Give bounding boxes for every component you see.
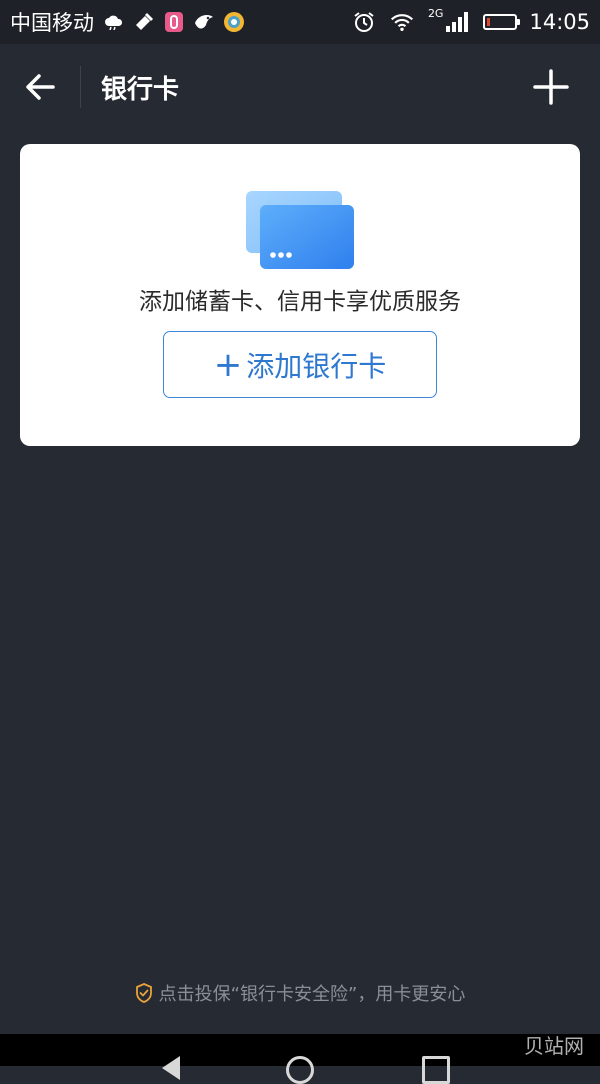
empty-state-card: 添加储蓄卡、信用卡享优质服务 + 添加银行卡 [20, 144, 580, 446]
watermark-logo: 贝站网 [524, 1034, 584, 1058]
battery-level [487, 18, 491, 26]
system-nav-bar [0, 1034, 600, 1084]
nav-home-button[interactable] [286, 1056, 314, 1084]
battery-icon [483, 14, 521, 30]
insurance-link[interactable]: 点击投保“银行卡安全险”，用卡更安心 [0, 980, 600, 1006]
signal-icon [445, 10, 469, 34]
page-title: 银行卡 [101, 74, 180, 105]
title-bar: 银行卡 [0, 44, 600, 130]
add-button[interactable] [530, 66, 572, 108]
title-divider [80, 66, 81, 108]
wifi-icon [390, 10, 414, 34]
alarm-icon [352, 10, 376, 34]
shield-check-icon [135, 983, 152, 1003]
status-time: 14:05 [529, 10, 590, 34]
bird-app-icon [192, 10, 216, 34]
nav-recent-apps-button[interactable] [422, 1056, 450, 1084]
notification-app-icon [162, 10, 186, 34]
insurance-text: 点击投保“银行卡安全险”，用卡更安心 [158, 984, 466, 1005]
arrow-left-icon [26, 74, 55, 100]
network-type-label: 2G [427, 6, 444, 20]
app-badge-icon [222, 10, 246, 34]
plus-icon [533, 69, 569, 105]
button-plus-sign: + [213, 344, 243, 385]
tool-icon [132, 10, 156, 34]
nav-back-button[interactable] [162, 1056, 180, 1080]
card-description: 添加储蓄卡、信用卡享优质服务 [139, 289, 461, 315]
add-bank-card-label: 添加银行卡 [246, 349, 387, 383]
back-button[interactable] [0, 44, 80, 130]
carrier-name: 中国移动 [10, 11, 94, 35]
cloud-icon [102, 10, 126, 34]
status-bar: 中国移动 2G 14:05 [0, 0, 600, 44]
bank-cards-icon [246, 191, 354, 269]
add-bank-card-button[interactable]: + 添加银行卡 [163, 331, 437, 398]
